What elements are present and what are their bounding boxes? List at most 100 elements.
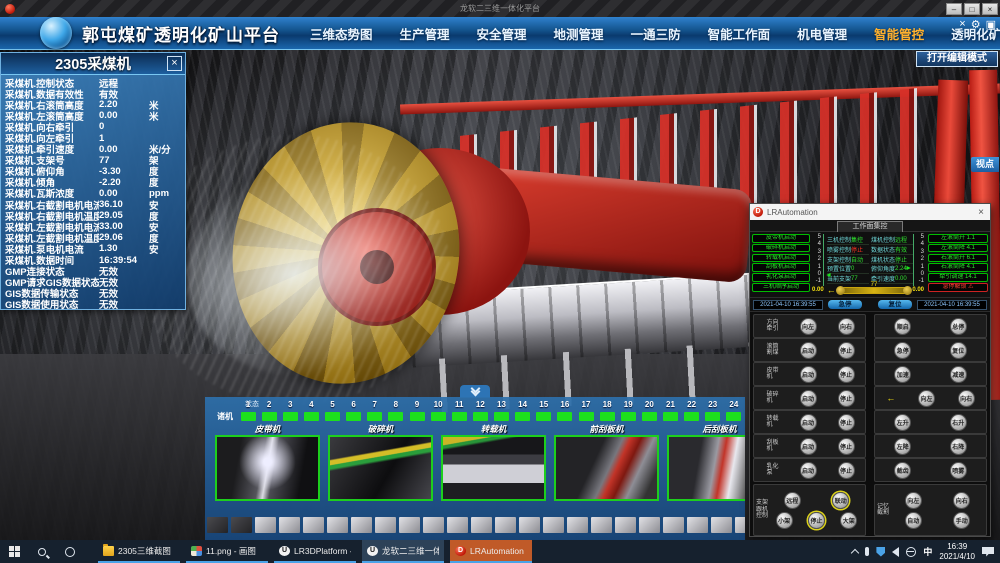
- strip-thumbnail[interactable]: [279, 517, 300, 533]
- control-button[interactable]: 左滚筒降 4.1: [928, 244, 988, 253]
- minimize-button[interactable]: –: [946, 3, 962, 15]
- round-button[interactable]: 截齿: [894, 462, 911, 479]
- shield-icon[interactable]: [876, 547, 885, 557]
- strip-thumbnail[interactable]: [567, 517, 588, 533]
- strip-thumbnail[interactable]: [639, 517, 660, 533]
- tab-workface-control[interactable]: 工作面集控: [837, 221, 903, 232]
- taskbar-item[interactable]: 2305三维截图: [98, 540, 180, 563]
- camera-thumbnail[interactable]: [328, 435, 433, 501]
- control-button[interactable]: 右滚筒降 4.1: [928, 263, 988, 272]
- control-button[interactable]: 转载机启动: [752, 254, 810, 263]
- round-button[interactable]: 停止: [838, 366, 855, 383]
- network-icon[interactable]: [906, 547, 916, 557]
- control-button[interactable]: 牵引调速 14.1: [928, 273, 988, 282]
- round-button[interactable]: 总停: [950, 318, 967, 335]
- strip-thumbnail[interactable]: [375, 517, 396, 533]
- round-button[interactable]: 左升: [894, 414, 911, 431]
- strip-thumbnail[interactable]: [255, 517, 276, 533]
- viewpoint-tab[interactable]: 视点: [971, 157, 999, 172]
- gear-icon[interactable]: ⚙: [971, 18, 981, 31]
- round-button[interactable]: 向左: [800, 318, 817, 335]
- speaker-icon[interactable]: [892, 547, 899, 557]
- nav-item[interactable]: 机电管理: [797, 24, 847, 43]
- notification-icon[interactable]: [982, 547, 994, 557]
- round-button[interactable]: 小架: [776, 512, 793, 529]
- reset-pill-button[interactable]: 复位: [878, 300, 912, 309]
- maximize-button[interactable]: □: [964, 3, 980, 15]
- strip-thumbnail[interactable]: [327, 517, 348, 533]
- control-button[interactable]: 左滚筒升 1.1: [928, 234, 988, 243]
- round-button[interactable]: 停止: [838, 342, 855, 359]
- close-icon[interactable]: ×: [167, 56, 182, 71]
- round-button[interactable]: 停止: [838, 390, 855, 407]
- strip-thumbnail[interactable]: [495, 517, 516, 533]
- wrench-icon[interactable]: ×: [959, 18, 965, 31]
- round-button[interactable]: 向左: [905, 492, 922, 509]
- round-button[interactable]: 停止: [808, 512, 825, 529]
- nav-item[interactable]: 安全管理: [477, 24, 527, 43]
- round-button[interactable]: 向右: [953, 492, 970, 509]
- round-button[interactable]: 右降: [950, 438, 967, 455]
- round-button[interactable]: 右升: [950, 414, 967, 431]
- close-button[interactable]: ×: [982, 3, 998, 15]
- round-button[interactable]: 急停: [894, 342, 911, 359]
- round-button[interactable]: 自动: [905, 512, 922, 529]
- round-button[interactable]: 远程: [784, 492, 801, 509]
- round-button[interactable]: 手动: [953, 512, 970, 529]
- strip-thumbnail[interactable]: [735, 517, 745, 533]
- ime-indicator[interactable]: 中: [923, 545, 932, 558]
- round-button[interactable]: 联动: [832, 492, 849, 509]
- nav-item[interactable]: 智能工作面: [708, 24, 771, 43]
- strip-thumbnail[interactable]: [399, 517, 420, 533]
- nav-item[interactable]: 一通三防: [631, 24, 681, 43]
- round-button[interactable]: 启动: [800, 342, 817, 359]
- resize-icon[interactable]: ▣: [986, 18, 996, 31]
- round-button[interactable]: 左降: [894, 438, 911, 455]
- round-button[interactable]: 停止: [838, 438, 855, 455]
- control-button[interactable]: 乳化泵启动: [752, 273, 810, 282]
- tray-chevron-up-icon[interactable]: [851, 549, 859, 557]
- strip-thumbnail[interactable]: [591, 517, 612, 533]
- round-button[interactable]: 复位: [950, 342, 967, 359]
- start-button[interactable]: [0, 540, 28, 563]
- clock[interactable]: 16:39 2021/4/10: [939, 542, 975, 560]
- round-button[interactable]: 向左: [918, 390, 935, 407]
- round-button[interactable]: 喷雾: [950, 462, 967, 479]
- round-button[interactable]: 停止: [838, 414, 855, 431]
- nav-item[interactable]: 地测管理: [554, 24, 604, 43]
- round-button[interactable]: 启动: [800, 438, 817, 455]
- control-button[interactable]: 刮板机启动: [752, 263, 810, 272]
- control-button[interactable]: 右滚筒升 6.1: [928, 254, 988, 263]
- nav-item[interactable]: 生产管理: [400, 24, 450, 43]
- strip-thumbnail[interactable]: [207, 517, 228, 533]
- close-icon[interactable]: ×: [975, 207, 987, 218]
- cortana-button[interactable]: [56, 540, 84, 563]
- taskbar-item[interactable]: DLRAutomation: [450, 540, 532, 563]
- strip-thumbnail[interactable]: [447, 517, 468, 533]
- round-button[interactable]: 启动: [800, 366, 817, 383]
- control-button[interactable]: 皮带机启动: [752, 234, 810, 243]
- round-button[interactable]: 减速: [950, 366, 967, 383]
- nav-item[interactable]: 三维态势图: [310, 24, 373, 43]
- strip-thumbnail[interactable]: [351, 517, 372, 533]
- strip-thumbnail[interactable]: [471, 517, 492, 533]
- control-button[interactable]: 破碎机启动: [752, 244, 810, 253]
- strip-thumbnail[interactable]: [711, 517, 732, 533]
- strip-thumbnail[interactable]: [543, 517, 564, 533]
- strip-thumbnail[interactable]: [687, 517, 708, 533]
- round-button[interactable]: 启动: [800, 414, 817, 431]
- round-button[interactable]: 加速: [894, 366, 911, 383]
- strip-thumbnail[interactable]: [663, 517, 684, 533]
- taskbar-item[interactable]: U龙软二三维一体化...: [362, 540, 444, 563]
- round-button[interactable]: 顺启: [894, 318, 911, 335]
- camera-thumbnail[interactable]: [441, 435, 546, 501]
- round-button[interactable]: 启动: [800, 390, 817, 407]
- taskbar-search-button[interactable]: [28, 540, 56, 563]
- control-button[interactable]: 三机顺序启动: [752, 283, 810, 292]
- strip-thumbnail[interactable]: [231, 517, 252, 533]
- taskbar-item[interactable]: ULR3DPlatform - U...: [274, 540, 356, 563]
- round-button[interactable]: 停止: [838, 462, 855, 479]
- taskbar-item[interactable]: 11.png - 画图: [186, 540, 268, 563]
- round-button[interactable]: 启动: [800, 462, 817, 479]
- nav-item[interactable]: 智能管控: [874, 24, 924, 43]
